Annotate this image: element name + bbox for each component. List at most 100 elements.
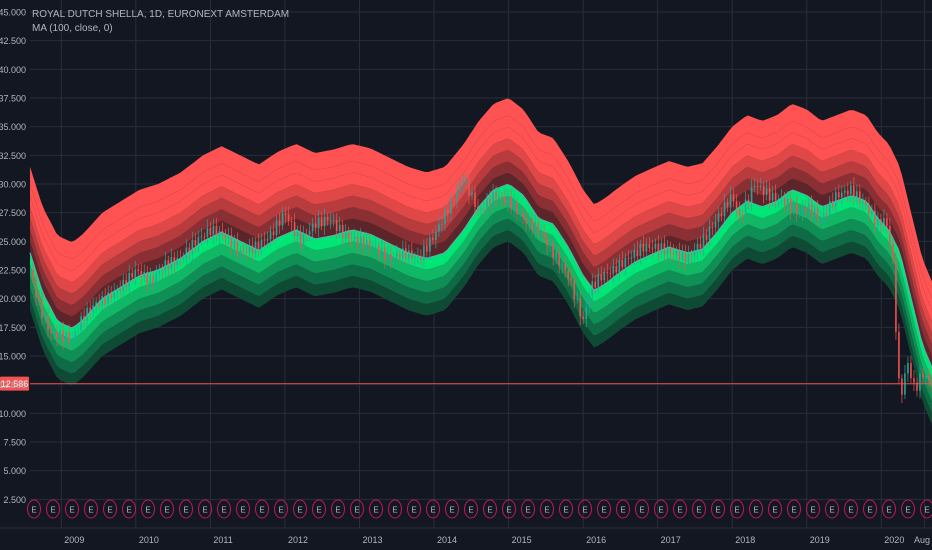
x-tick-label: Aug xyxy=(914,535,930,545)
candle-body xyxy=(841,192,843,198)
price-chart[interactable]: 12.586 EEEEEEEEEEEEEEEEEEEEEEEEEEEEEEEEE… xyxy=(0,0,932,550)
candle-body xyxy=(792,204,795,212)
candle-body xyxy=(615,265,618,273)
candle-body xyxy=(901,378,903,395)
candle-body xyxy=(212,226,215,235)
candle-body xyxy=(140,270,143,278)
candle-body xyxy=(630,257,633,259)
candle-body xyxy=(594,281,597,288)
y-tick-label: 35.000 xyxy=(0,122,26,132)
earnings-marker-label: E xyxy=(297,506,302,515)
y-tick-label: 45.000 xyxy=(0,8,26,18)
candle-body xyxy=(495,191,497,200)
candle-body xyxy=(426,246,428,252)
x-tick-label: 2011 xyxy=(213,535,232,545)
y-tick-label: 25.000 xyxy=(0,237,26,247)
candle-body xyxy=(338,224,341,231)
candle-body xyxy=(573,280,576,300)
candle-body xyxy=(555,252,557,258)
candle-body xyxy=(774,192,777,201)
candle-body xyxy=(711,226,714,228)
candle-body xyxy=(859,191,861,203)
candle-body xyxy=(281,213,284,226)
candle-body xyxy=(308,231,311,235)
candle-body xyxy=(492,191,494,205)
candle-body xyxy=(786,198,789,206)
candle-body xyxy=(353,236,356,239)
y-tick-label: 5.000 xyxy=(3,466,26,476)
candle-body xyxy=(708,226,711,240)
candle-body xyxy=(368,240,371,248)
earnings-marker-label: E xyxy=(392,506,397,515)
candle-body xyxy=(311,223,314,232)
candle-body xyxy=(290,221,293,223)
earnings-marker-label: E xyxy=(316,506,321,515)
candle-body xyxy=(257,241,260,249)
earnings-marker-label: E xyxy=(753,506,758,515)
candle-body xyxy=(669,247,672,253)
earnings-marker-label: E xyxy=(240,506,245,515)
candle-body xyxy=(597,274,600,288)
candle-body xyxy=(41,299,43,318)
candle-body xyxy=(543,232,545,239)
candle-body xyxy=(441,224,443,225)
candle-body xyxy=(928,375,930,380)
candle-body xyxy=(552,243,554,258)
candle-body xyxy=(672,252,675,255)
candle-body xyxy=(765,188,768,196)
candle-body xyxy=(741,215,744,217)
candle-body xyxy=(152,276,155,283)
earnings-marker-label: E xyxy=(639,506,644,515)
earnings-marker-label: E xyxy=(126,506,131,515)
x-tick-label: 2013 xyxy=(362,535,382,545)
candle-body xyxy=(371,246,374,248)
candle-body xyxy=(886,217,888,227)
candle-body xyxy=(53,331,55,333)
candle-body xyxy=(844,190,846,193)
earnings-marker-label: E xyxy=(601,506,606,515)
candle-body xyxy=(299,231,302,246)
candle-body xyxy=(128,272,131,287)
candle-body xyxy=(68,332,70,341)
earnings-marker-label: E xyxy=(696,506,701,515)
earnings-marker-label: E xyxy=(69,506,74,515)
earnings-marker-label: E xyxy=(88,506,93,515)
candle-body xyxy=(233,241,236,248)
candle-body xyxy=(783,197,786,206)
candle-body xyxy=(380,247,383,255)
candle-body xyxy=(396,253,398,257)
candle-body xyxy=(567,270,569,279)
candle-body xyxy=(633,249,636,258)
candle-body xyxy=(813,208,816,216)
earnings-marker-label: E xyxy=(145,506,150,515)
candle-body xyxy=(474,192,476,207)
x-tick-label: 2017 xyxy=(661,535,681,545)
candle-body xyxy=(720,213,723,217)
candle-body xyxy=(468,178,470,196)
candle-body xyxy=(314,223,317,229)
y-tick-label: 10.000 xyxy=(0,409,26,419)
candle-body xyxy=(399,253,401,259)
candle-body xyxy=(810,203,813,216)
candle-body xyxy=(185,247,188,258)
earnings-marker-label: E xyxy=(354,506,359,515)
candle-body xyxy=(606,272,609,274)
candle-body xyxy=(161,270,164,272)
candle-body xyxy=(414,256,416,259)
candle-body xyxy=(236,241,239,254)
earnings-marker-label: E xyxy=(373,506,378,515)
y-tick-label: 12.500 xyxy=(0,380,26,390)
candle-body xyxy=(284,213,287,215)
candle-body xyxy=(856,191,858,198)
candle-body xyxy=(798,212,801,214)
earnings-marker-label: E xyxy=(221,506,226,515)
candle-body xyxy=(489,198,491,205)
candle-body xyxy=(738,209,741,216)
candle-body xyxy=(498,196,500,200)
candle-body xyxy=(350,238,353,240)
candle-body xyxy=(456,190,458,201)
x-tick-label: 2020 xyxy=(884,535,904,545)
candle-body xyxy=(507,196,509,203)
candle-body xyxy=(332,220,335,221)
candle-body xyxy=(822,213,825,218)
